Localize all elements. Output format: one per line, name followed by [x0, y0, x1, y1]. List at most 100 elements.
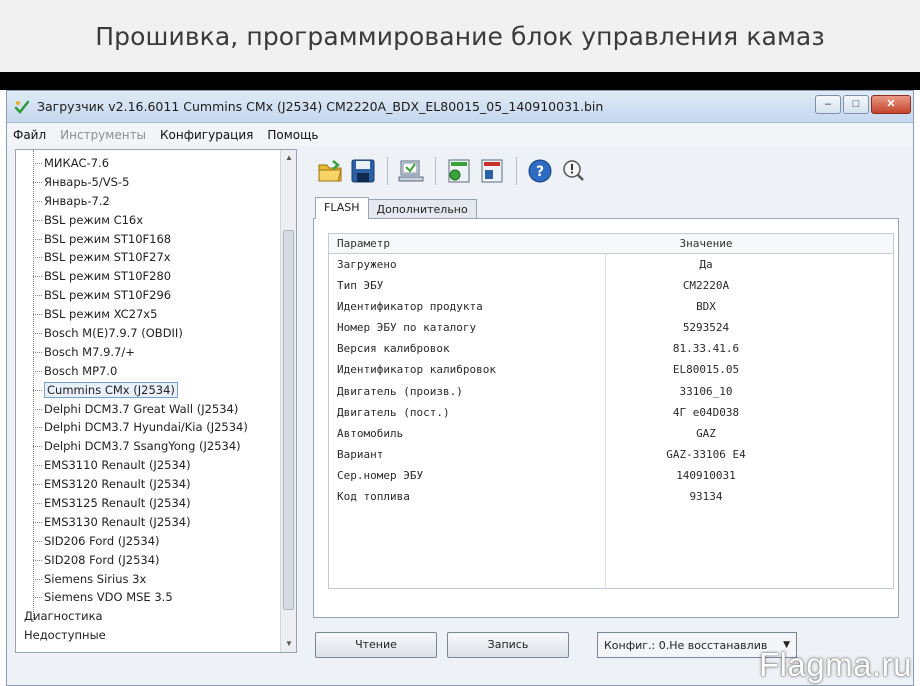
- table-row[interactable]: Двигатель (пост.) 4Г e04D038: [329, 402, 893, 423]
- column-divider: [605, 254, 606, 588]
- tree-item[interactable]: BSL режим ST10F168: [16, 230, 282, 249]
- tree-item[interactable]: EMS3125 Renault (J2534): [16, 494, 282, 513]
- table-row[interactable]: Идентификатор калибровок EL80015.05: [329, 359, 893, 380]
- tab-flash[interactable]: FLASH: [315, 197, 369, 219]
- tree-item-label: Bosch MP7.0: [44, 363, 118, 378]
- tree-item-label: EMS3120 Renault (J2534): [44, 477, 191, 492]
- ecu-tree-panel: МИКАС-7.6 Январь-5/VS-5 Январь-7.2 BSL режи…: [15, 149, 297, 653]
- write-flash-button[interactable]: [444, 156, 474, 186]
- tree-scrollbar[interactable]: ▲ ▼: [280, 150, 296, 652]
- menu-file[interactable]: Файл: [13, 128, 46, 142]
- help-icon: ?: [528, 159, 552, 183]
- main-panel: ? FLASH Дополнительно Параметр Значение …: [303, 149, 909, 683]
- column-header-value: Значение: [679, 237, 733, 250]
- open-button[interactable]: [315, 156, 345, 186]
- row-param: Сер.номер ЭБУ: [337, 468, 424, 482]
- tree-item-label: EMS3110 Renault (J2534): [44, 458, 191, 473]
- tree-item[interactable]: SID206 Ford (J2534): [16, 532, 282, 551]
- page-title: Прошивка, программирование блок управлен…: [95, 21, 825, 51]
- save-icon: [351, 159, 375, 183]
- title-bar[interactable]: Загрузчик v2.16.6011 Cummins CMx (J2534)…: [7, 91, 913, 123]
- row-param: Двигатель (произв.): [337, 384, 463, 398]
- write-button[interactable]: Запись: [447, 632, 569, 658]
- tree-item[interactable]: Январь-7.2: [16, 192, 282, 211]
- table-row[interactable]: Тип ЭБУ CM2220A: [329, 275, 893, 296]
- tree-item[interactable]: BSL режим ST10F296: [16, 286, 282, 305]
- minimize-button[interactable]: ‒: [815, 95, 841, 114]
- scroll-down-icon[interactable]: ▼: [281, 636, 296, 652]
- tree-item[interactable]: BSL режим XC27x5: [16, 305, 282, 324]
- table-row[interactable]: Автомобиль GAZ: [329, 423, 893, 444]
- tree-item[interactable]: EMS3120 Renault (J2534): [16, 475, 282, 494]
- table-row[interactable]: Идентификатор продукта BDX: [329, 296, 893, 317]
- tree-item[interactable]: Bosch M7.9.7/+: [16, 343, 282, 362]
- write-eeprom-button[interactable]: [477, 156, 507, 186]
- tree-item[interactable]: Delphi DCM3.7 SsangYong (J2534): [16, 437, 282, 456]
- menu-tools[interactable]: Инструменты: [60, 128, 146, 142]
- read-ecu-button[interactable]: [396, 156, 426, 186]
- table-row[interactable]: Двигатель (произв.) 33106_10: [329, 381, 893, 402]
- tree-item[interactable]: Siemens VDO MSE 3.5: [16, 588, 282, 607]
- app-window: Загрузчик v2.16.6011 Cummins CMx (J2534)…: [6, 90, 914, 686]
- row-param: Загружено: [337, 258, 397, 271]
- tree-item-label: EMS3125 Renault (J2534): [44, 496, 191, 511]
- row-value: 5293524: [682, 321, 730, 335]
- tree-item[interactable]: Bosch M(E)7.9.7 (OBDII): [16, 324, 282, 343]
- table-row[interactable]: Код топлива 93134: [329, 486, 893, 507]
- tree-item[interactable]: МИКАС-7.6: [16, 154, 282, 173]
- tree-item[interactable]: Delphi DCM3.7 Great Wall (J2534): [16, 400, 282, 419]
- tree-item[interactable]: Siemens Sirius 3x: [16, 570, 282, 589]
- tree-item[interactable]: SID208 Ford (J2534): [16, 551, 282, 570]
- table-row[interactable]: Сер.номер ЭБУ 140910031: [329, 465, 893, 486]
- help-button[interactable]: ?: [525, 156, 555, 186]
- row-value: GAZ-33106 E4: [666, 447, 746, 461]
- tree-item[interactable]: BSL режим ST10F280: [16, 267, 282, 286]
- read-button[interactable]: Чтение: [315, 632, 437, 658]
- tree-item-label: BSL режим ST10F296: [44, 288, 172, 303]
- table-row[interactable]: Загружено Да: [329, 254, 893, 275]
- tree-item-label: Bosch M(E)7.9.7 (OBDII): [44, 326, 183, 341]
- tree-item[interactable]: Delphi DCM3.7 Hyundai/Kia (J2534): [16, 418, 282, 437]
- tree-item[interactable]: Bosch MP7.0: [16, 362, 282, 381]
- maximize-button[interactable]: □: [843, 95, 869, 114]
- tree-item-label: BSL режим C16x: [44, 212, 144, 227]
- app-logo-icon: [13, 98, 31, 116]
- tab-content: Параметр Значение Загружено Да Тип ЭБУ CM22…: [313, 218, 899, 618]
- tree-item[interactable]: EMS3130 Renault (J2534): [16, 513, 282, 532]
- row-param: Автомобиль: [337, 426, 404, 440]
- tree-item[interactable]: Cummins CMx (J2534): [16, 381, 282, 400]
- tree-item-label: BSL режим ST10F27x: [44, 250, 171, 265]
- scroll-up-icon[interactable]: ▲: [281, 150, 296, 166]
- table-row[interactable]: Версия калибровок 81.33.41.6: [329, 338, 893, 359]
- tree-item-label: Delphi DCM3.7 Great Wall (J2534): [44, 401, 239, 416]
- table-row[interactable]: Номер ЭБУ по каталогу 5293524: [329, 317, 893, 338]
- ecu-tree-list: МИКАС-7.6 Январь-5/VS-5 Январь-7.2 BSL режи…: [16, 154, 282, 645]
- close-button[interactable]: ✕: [871, 95, 911, 114]
- tab-additional[interactable]: Дополнительно: [367, 199, 477, 219]
- toolbar-separator: [387, 157, 388, 185]
- menu-config[interactable]: Конфигурация: [160, 128, 253, 142]
- info-button[interactable]: [558, 156, 588, 186]
- row-value: EL80015.05: [672, 363, 740, 377]
- row-value: 140910031: [676, 468, 736, 482]
- row-param: Вариант: [337, 447, 384, 461]
- tree-item-label: Bosch M7.9.7/+: [44, 344, 135, 359]
- tree-item[interactable]: Январь-5/VS-5: [16, 173, 282, 192]
- menu-help[interactable]: Помощь: [267, 128, 318, 142]
- tree-item[interactable]: BSL режим ST10F27x: [16, 248, 282, 267]
- write-red-icon: [481, 159, 503, 183]
- tree-item[interactable]: BSL режим C16x: [16, 211, 282, 230]
- config-select-value: Конфиг.: 0.Не восстанавлив: [604, 638, 768, 652]
- tab-strip: FLASH Дополнительно: [315, 197, 477, 219]
- table-row[interactable]: Вариант GAZ-33106 E4: [329, 444, 893, 465]
- tree-item[interactable]: EMS3110 Renault (J2534): [16, 456, 282, 475]
- scroll-thumb[interactable]: [283, 230, 294, 610]
- save-button[interactable]: [348, 156, 378, 186]
- black-band: [0, 72, 920, 90]
- tree-item[interactable]: Диагностика: [16, 607, 282, 626]
- tree-item-label: Delphi DCM3.7 SsangYong (J2534): [44, 439, 241, 454]
- tree-item[interactable]: Недоступные: [16, 626, 282, 645]
- row-param: Двигатель (пост.): [337, 405, 450, 419]
- write-green-icon: [448, 159, 470, 183]
- table-rows: Загружено Да Тип ЭБУ CM2220A Идентификатор п…: [329, 254, 893, 507]
